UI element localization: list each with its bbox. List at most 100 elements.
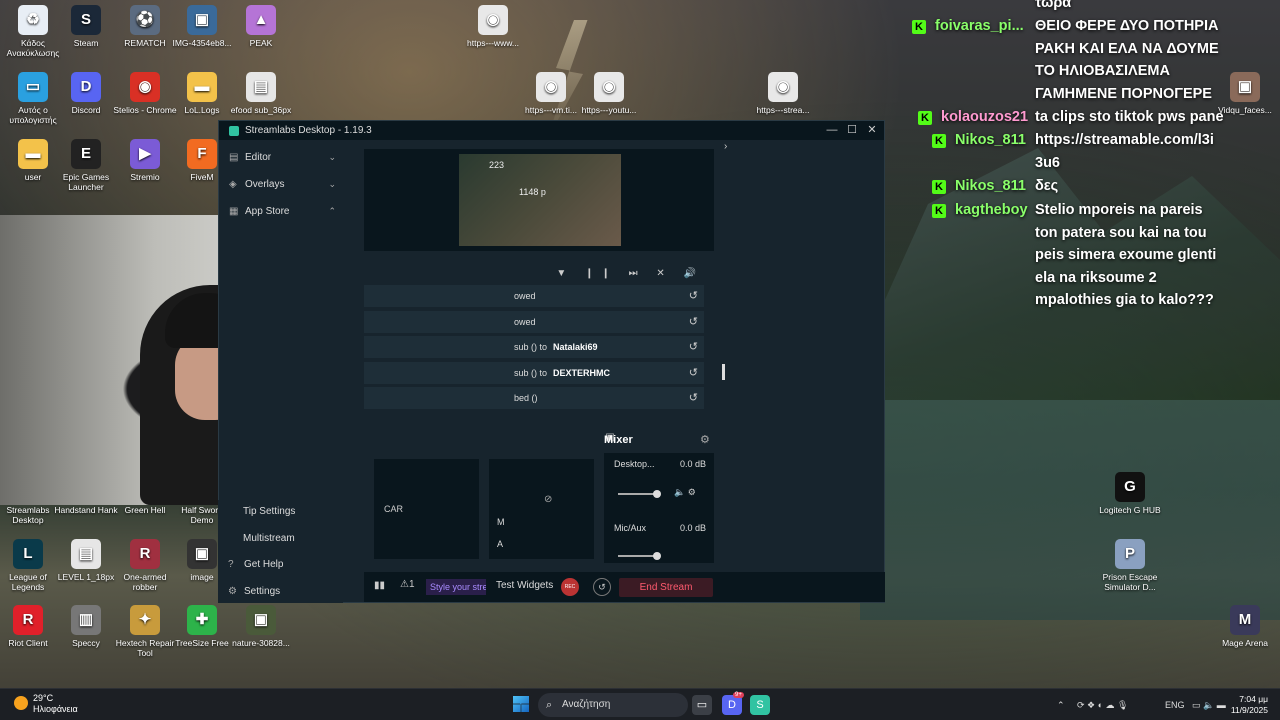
- language-indicator[interactable]: ENG: [1165, 689, 1185, 720]
- desktop-icon[interactable]: G Logitech G HUB: [1097, 472, 1163, 515]
- sidebar-item-label: Editor: [245, 152, 272, 163]
- desktop-icon-label: https---www...: [467, 38, 519, 48]
- scrollbar[interactable]: [722, 364, 725, 380]
- sidebar-item-tip-settings[interactable]: Tip Settings: [243, 506, 295, 517]
- weather-desc: Ηλιοφάνεια: [33, 704, 78, 714]
- desktop-icon[interactable]: ▣ IMG-4354eb8...: [169, 5, 235, 48]
- logitech-icon: G: [1115, 472, 1145, 502]
- chat-username[interactable]: kolaouzos21: [941, 109, 1028, 125]
- source-list[interactable]: ⊘ M A: [489, 459, 594, 559]
- alert-icon[interactable]: ⚠1: [400, 579, 415, 590]
- file-explorer-icon[interactable]: ▭: [692, 695, 712, 715]
- discord-taskbar-icon[interactable]: D: [722, 695, 742, 715]
- record-button[interactable]: REC: [561, 578, 579, 596]
- desktop-icon[interactable]: ▥ Speccy: [53, 605, 119, 648]
- desktop-icon[interactable]: ◉ https---www...: [460, 5, 526, 48]
- sidebar-item-get-help[interactable]: ? Get Help: [228, 559, 283, 570]
- tray-icons[interactable]: ⟳ ❖ ◐ ☁ 🎙: [1077, 689, 1128, 720]
- chevron-right-icon[interactable]: ›: [724, 141, 727, 152]
- repeat-alert-icon[interactable]: ↺: [689, 387, 698, 409]
- chevron-down-icon[interactable]: ⌄: [328, 152, 336, 163]
- test-widgets-button[interactable]: Test Widgets: [496, 580, 553, 591]
- hidden-eye-icon[interactable]: ⊘: [544, 494, 552, 505]
- desktop-icon[interactable]: M Mage Arena: [1212, 605, 1278, 648]
- desktop-icon[interactable]: ✚ TreeSize Free: [169, 605, 235, 648]
- style-your-stream-button[interactable]: Style your stre: [426, 579, 486, 595]
- gear-icon[interactable]: ⚙: [700, 433, 710, 446]
- end-stream-button[interactable]: End Stream: [619, 578, 713, 597]
- scene-list[interactable]: CAR: [374, 459, 479, 559]
- repeat-alert-icon[interactable]: ↺: [689, 362, 698, 384]
- desktop-icon[interactable]: S Steam: [53, 5, 119, 48]
- chat-username[interactable]: Nikos_811: [955, 132, 1026, 148]
- chat-username[interactable]: foivaras_pi...: [935, 18, 1024, 34]
- source-item[interactable]: A: [497, 539, 503, 549]
- tray-chevron-icon[interactable]: ⌃: [1057, 689, 1065, 720]
- desktop-icon[interactable]: R Riot Client: [0, 605, 61, 648]
- minimize-button[interactable]: —: [822, 121, 842, 140]
- sidebar-item-overlays[interactable]: ◈ Overlays: [229, 179, 284, 190]
- chat-username[interactable]: kagtheboy: [955, 202, 1028, 218]
- sidebar-item-label: Overlays: [245, 179, 285, 190]
- stats-icon[interactable]: ▮▮: [374, 580, 385, 591]
- start-button[interactable]: [513, 696, 529, 712]
- desktop-icon[interactable]: ◉ https---youtu...: [576, 72, 642, 115]
- event-row[interactable]: sub () to Natalaki69 ↺: [364, 336, 704, 358]
- search-box[interactable]: ⌕ Αναζήτηση: [538, 693, 688, 717]
- chevron-down-icon[interactable]: ⌄: [328, 179, 336, 190]
- volume-slider[interactable]: [618, 552, 661, 560]
- speaker-icon[interactable]: 🔈 ⚙: [674, 487, 696, 498]
- volume-slider[interactable]: [618, 490, 661, 498]
- scene-item[interactable]: CAR: [384, 504, 403, 514]
- desktop-icon[interactable]: ▬ LoL.Logs: [169, 72, 235, 115]
- slider-knob[interactable]: [653, 490, 661, 498]
- desktop-icon[interactable]: P Prison Escape Simulator D...: [1097, 539, 1163, 592]
- desktop-icon[interactable]: ▤ LEVEL 1_18px: [53, 539, 119, 582]
- desktop-icon[interactable]: D Discord: [53, 72, 119, 115]
- desktop-icon[interactable]: ◉ https---vm.ti...: [518, 72, 584, 115]
- event-row[interactable]: bed () ↺: [364, 387, 704, 409]
- event-row[interactable]: owed ↺: [364, 310, 704, 333]
- streamlabs-taskbar-icon[interactable]: S: [750, 695, 770, 715]
- chevron-up-icon[interactable]: ⌃: [328, 206, 336, 217]
- network-volume-icons[interactable]: ▭ 🔈 ▬: [1192, 689, 1226, 720]
- close-button[interactable]: ✕: [862, 121, 882, 140]
- chat-message-line: mpalothies gia to kalo???: [1035, 292, 1214, 308]
- repeat-alert-icon[interactable]: ↺: [689, 311, 698, 333]
- title-bar[interactable]: Streamlabs Desktop - 1.19.3: [219, 121, 884, 140]
- event-row[interactable]: owed ↺: [364, 285, 704, 307]
- desktop-icon[interactable]: L League of Legends: [0, 539, 61, 592]
- repeat-alert-icon[interactable]: ↺: [689, 336, 698, 358]
- maximize-button[interactable]: ☐: [842, 121, 862, 140]
- event-row[interactable]: sub () to DEXTERHMC ↺: [364, 361, 704, 384]
- clock[interactable]: 7:04 μμ 11/9/2025: [1231, 694, 1268, 716]
- sidebar-item-settings[interactable]: ⚙ Settings: [228, 586, 280, 597]
- preview-label: 223: [489, 160, 505, 170]
- chat-username[interactable]: Nikos_811: [955, 178, 1026, 194]
- sidebar-item-multistream[interactable]: Multistream: [243, 533, 295, 544]
- sidebar-item-editor[interactable]: ▤ Editor: [229, 152, 271, 163]
- chat-message-line: Stelio mporeis na pareis: [1035, 202, 1203, 218]
- mixer-db: 0.0 dB: [679, 523, 706, 533]
- event-text: bed (): [514, 393, 538, 403]
- source-item[interactable]: M: [497, 517, 505, 527]
- slider-knob[interactable]: [653, 552, 661, 560]
- this-pc-icon: ▭: [18, 72, 48, 102]
- repeat-alert-icon[interactable]: ↺: [689, 285, 698, 307]
- desktop-icon[interactable]: ◉ https---strea...: [750, 72, 816, 115]
- desktop-icon[interactable]: ▲ PEAK: [228, 5, 294, 48]
- weather-widget[interactable]: 29°C Ηλιοφάνεια: [14, 693, 78, 715]
- desktop-icon[interactable]: ▤ efood sub_36px: [228, 72, 294, 115]
- replay-buffer-icon[interactable]: ↺: [593, 578, 611, 596]
- chat-message-line: ΘΕΙΟ ΦΕΡΕ ΔΥΟ ΠΟΤΗΡΙΑ: [1035, 18, 1219, 34]
- sidebar-item-app-store[interactable]: ▦ App Store: [229, 206, 289, 217]
- event-toolbar[interactable]: ▼ ❙❙ ⏭ ✕ 🔊: [556, 268, 704, 279]
- game-icon: P: [1115, 539, 1145, 569]
- sidebar-item-label: Multistream: [243, 533, 295, 544]
- stream-preview[interactable]: 1148 p 223: [364, 149, 714, 251]
- chat-message-line: ela na riksoume 2: [1035, 269, 1157, 286]
- date: 11/9/2025: [1230, 705, 1268, 715]
- desktop-icon-label: Handstand Hank: [54, 505, 118, 515]
- desktop-icon[interactable]: ▣ nature-30828...: [228, 605, 294, 648]
- desktop-icon[interactable]: E Epic Games Launcher: [53, 139, 119, 192]
